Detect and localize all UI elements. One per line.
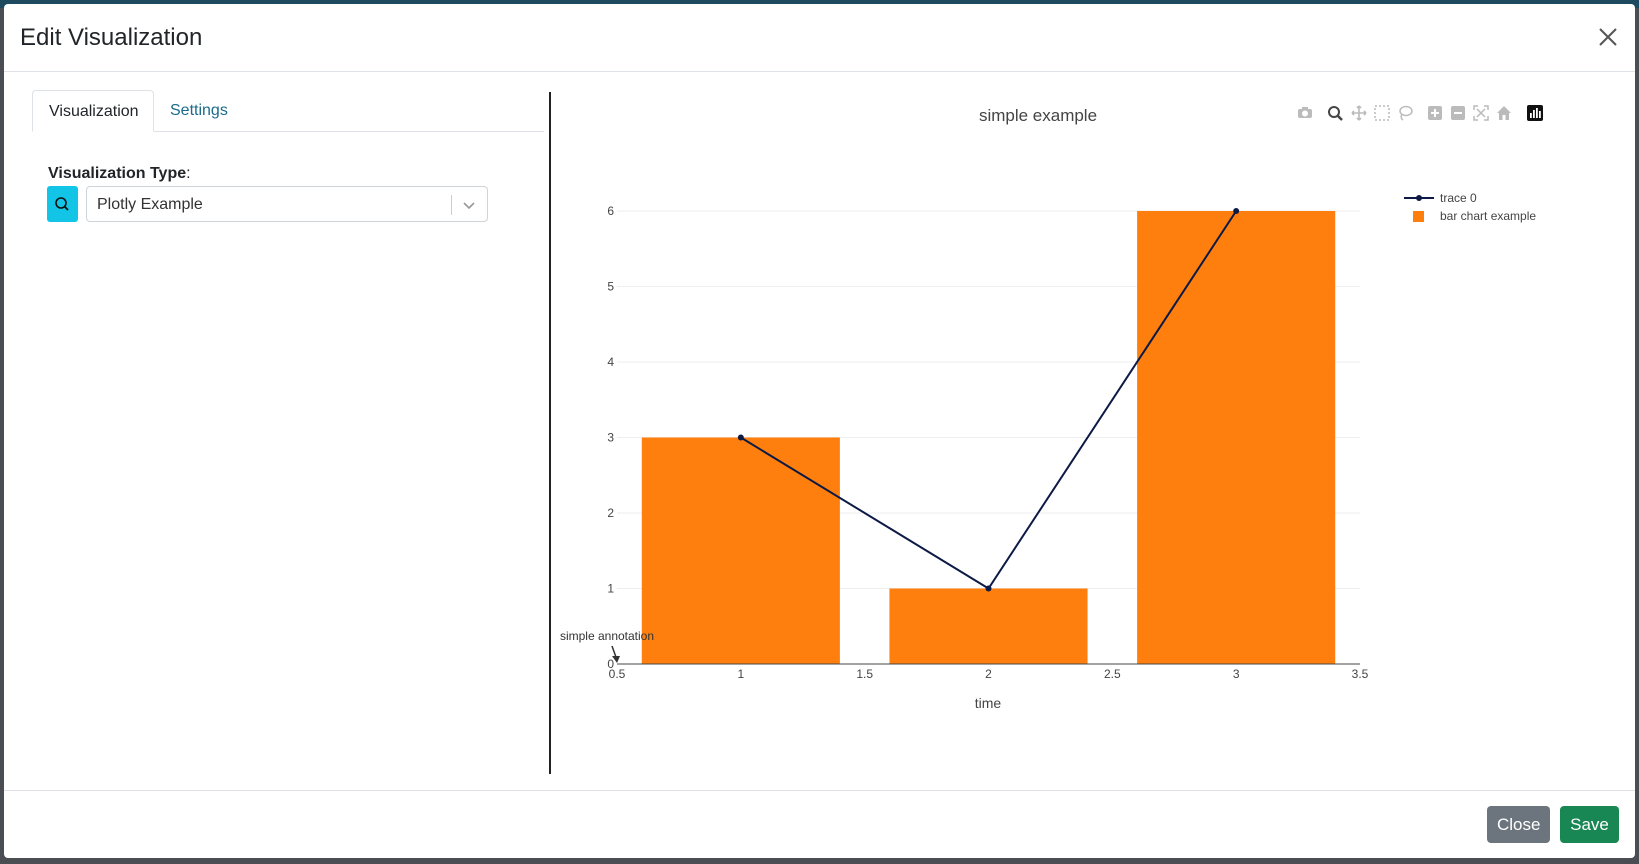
y-tick-label: 1 <box>607 582 614 596</box>
pane-divider <box>549 92 551 774</box>
lasso-select-icon[interactable] <box>1399 105 1413 121</box>
visualization-type-label-text: Visualization Type <box>48 165 187 182</box>
zoom-handle <box>1337 115 1343 121</box>
zoom-out-icon[interactable] <box>1451 106 1465 120</box>
x-tick-label: 1.5 <box>856 667 873 681</box>
camera-icon[interactable] <box>1298 107 1312 118</box>
tab-visualization[interactable]: Visualization <box>32 90 154 132</box>
search-icon <box>55 197 69 211</box>
box-select-icon[interactable] <box>1374 105 1390 121</box>
y-tick-label: 5 <box>607 280 614 294</box>
select-separator <box>451 195 452 215</box>
modal-title: Edit Visualization <box>20 24 203 51</box>
data-point <box>1233 208 1240 214</box>
x-axis-label: time <box>975 695 1002 711</box>
modal-body: Visualization Settings Visualization Typ… <box>4 72 1635 790</box>
autoscale-icon[interactable] <box>1473 105 1489 121</box>
legend-item-bar: bar chart example <box>1440 209 1536 223</box>
bar <box>1137 211 1336 664</box>
bar <box>641 437 840 664</box>
plotly-logo-bar <box>1539 111 1541 118</box>
chevron-down-icon[interactable] <box>459 195 479 215</box>
zoom-in-icon[interactable] <box>1428 106 1442 120</box>
home-shape <box>1497 106 1511 120</box>
legend-marker <box>1416 195 1422 201</box>
tab-settings[interactable]: Settings <box>154 90 254 132</box>
data-point <box>737 434 744 441</box>
visualization-type-select[interactable]: Plotly Example <box>86 186 488 222</box>
zoom-icon[interactable] <box>1328 106 1343 121</box>
save-button[interactable]: Save <box>1560 806 1619 843</box>
modal-header: Edit Visualization <box>4 4 1635 72</box>
plotly-logo-bar <box>1530 113 1532 118</box>
edit-visualization-modal: Edit Visualization Visualization Setting… <box>4 4 1635 858</box>
chart-legend: trace 0 bar chart example <box>1404 191 1536 223</box>
zoom-lens <box>1328 106 1340 118</box>
close-button[interactable]: Close <box>1487 806 1550 843</box>
visualization-type-label: Visualization Type: <box>48 165 191 183</box>
plotly-logo-icon[interactable] <box>1527 105 1543 121</box>
annotation-text: simple annotation <box>560 629 654 643</box>
chart-preview: simple example 0 1 2 3 4 5 6 0.5 1 1.5 2 2.5 3 3.5 ti… <box>554 90 1629 770</box>
home-icon[interactable] <box>1497 106 1511 120</box>
legend-bar-swatch <box>1413 211 1424 222</box>
y-tick-label: 3 <box>607 431 614 445</box>
camera-top <box>1302 107 1308 110</box>
bar <box>889 588 1088 664</box>
y-tick-label: 4 <box>607 355 614 369</box>
legend-item-trace-0: trace 0 <box>1440 191 1477 205</box>
x-tick-label: 3.5 <box>1352 667 1369 681</box>
y-tick-label: 6 <box>607 204 614 218</box>
tab-bar: Visualization Settings <box>32 90 544 132</box>
data-point <box>985 585 992 592</box>
plotly-logo-bar <box>1536 108 1538 118</box>
visualization-type-value: Plotly Example <box>97 196 203 213</box>
plot-modebar <box>1298 105 1543 121</box>
visualization-type-label-colon: : <box>186 165 191 182</box>
x-tick-label: 3 <box>1233 667 1240 681</box>
search-button[interactable] <box>47 186 78 222</box>
chart-title: simple example <box>979 106 1097 125</box>
close-icon[interactable] <box>1595 24 1621 50</box>
pan-icon[interactable] <box>1351 105 1367 121</box>
plotly-logo-bar <box>1533 110 1535 118</box>
modal-footer: Close Save <box>4 790 1635 858</box>
x-tick-label: 0.5 <box>609 667 626 681</box>
editor-pane: Visualization Settings Visualization Typ… <box>32 90 544 770</box>
autoscale-corners <box>1473 105 1489 121</box>
y-tick-label: 2 <box>607 506 614 520</box>
x-tick-label: 2.5 <box>1104 667 1121 681</box>
x-tick-label: 2 <box>985 667 992 681</box>
x-tick-label: 1 <box>737 667 744 681</box>
camera-lens <box>1302 110 1308 117</box>
box-select-rect <box>1374 105 1390 121</box>
pan-arrows <box>1351 105 1367 121</box>
plotly-chart: simple example 01234560.5 1 1.5 2 2.5 3 3.5 ti… <box>560 105 1543 711</box>
